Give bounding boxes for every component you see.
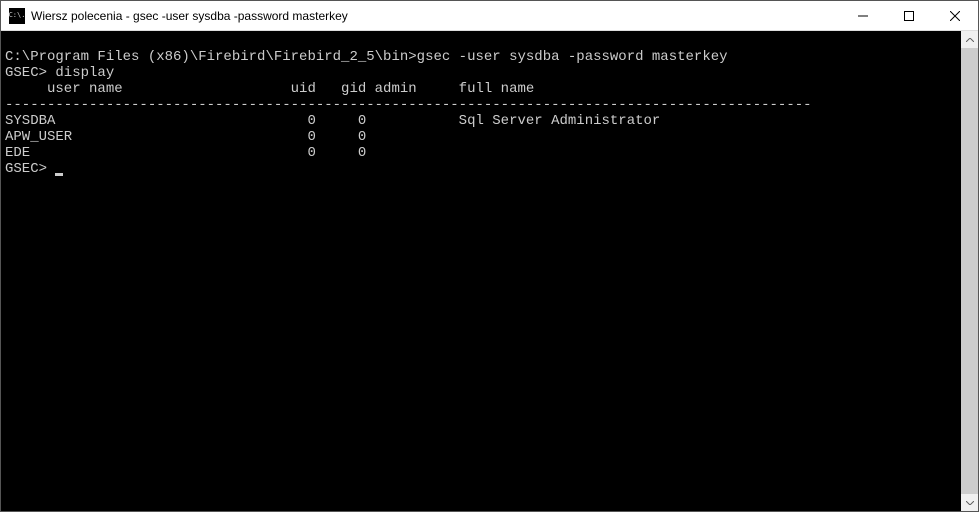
terminal-row: APW_USER 0 0 [5, 129, 366, 145]
window-title: Wiersz polecenia - gsec -user sysdba -pa… [31, 9, 840, 23]
window-titlebar: C:\. Wiersz polecenia - gsec -user sysdb… [1, 1, 978, 31]
terminal-row: EDE 0 0 [5, 145, 366, 161]
scroll-up-arrow[interactable] [961, 31, 978, 48]
terminal-line: GSEC> display [5, 65, 114, 81]
terminal-cursor [55, 173, 63, 176]
terminal-line: C:\Program Files (x86)\Firebird\Firebird… [5, 49, 728, 65]
scroll-down-arrow[interactable] [961, 494, 978, 511]
scroll-thumb[interactable] [961, 48, 978, 494]
vertical-scrollbar[interactable] [961, 31, 978, 511]
terminal-divider: ----------------------------------------… [5, 97, 812, 113]
cmd-icon: C:\. [9, 8, 25, 24]
terminal-header: user name uid gid admin full name [5, 81, 534, 97]
close-icon [950, 11, 960, 21]
scroll-track[interactable] [961, 48, 978, 494]
cmd-icon-text: C:\. [9, 12, 26, 19]
content-area: C:\Program Files (x86)\Firebird\Firebird… [1, 31, 978, 511]
chevron-down-icon [966, 501, 974, 505]
maximize-button[interactable] [886, 1, 932, 30]
terminal-row: SYSDBA 0 0 Sql Server Administrator [5, 113, 660, 129]
terminal-output[interactable]: C:\Program Files (x86)\Firebird\Firebird… [1, 31, 961, 511]
maximize-icon [904, 11, 914, 21]
close-button[interactable] [932, 1, 978, 30]
terminal-prompt: GSEC> [5, 161, 55, 177]
minimize-icon [858, 11, 868, 21]
window-controls [840, 1, 978, 30]
minimize-button[interactable] [840, 1, 886, 30]
chevron-up-icon [966, 38, 974, 42]
